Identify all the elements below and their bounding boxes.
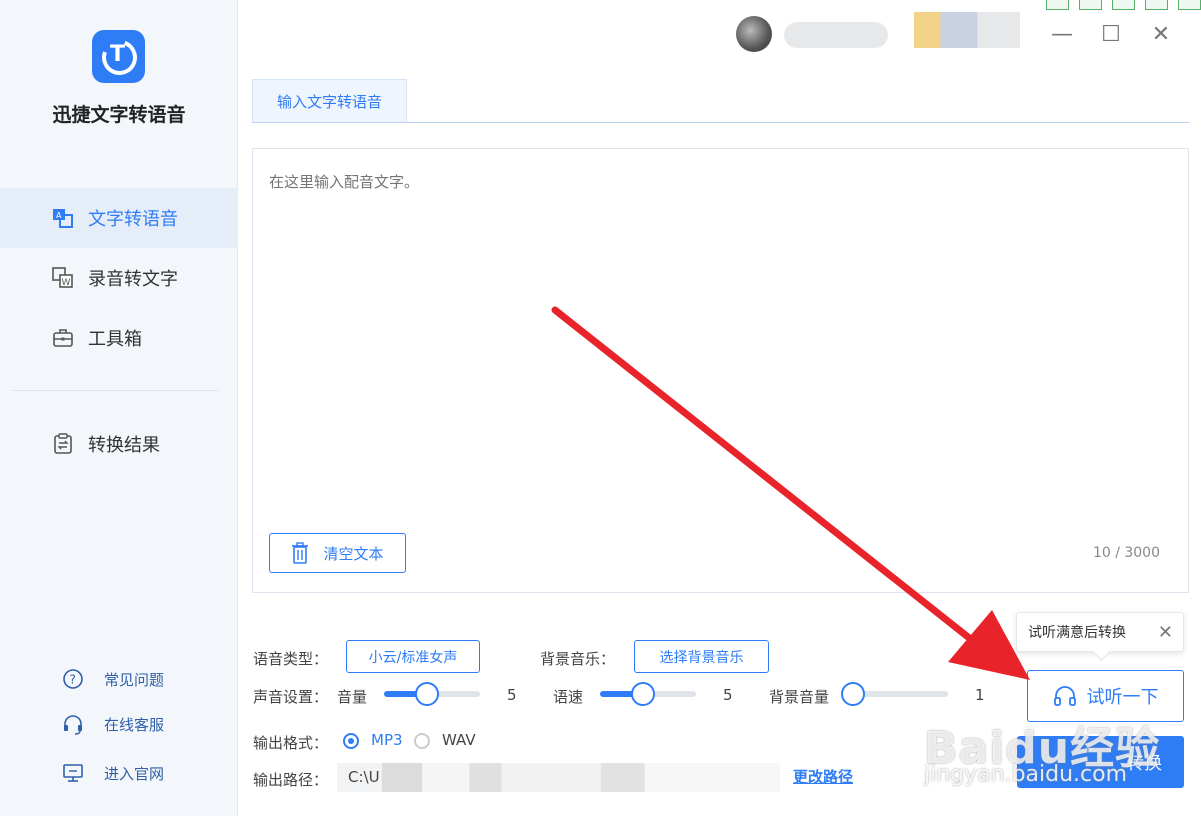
headphones-icon <box>1053 684 1077 708</box>
svg-text:?: ? <box>70 673 76 687</box>
volume-slider[interactable] <box>384 682 480 706</box>
sidebar: T 迅捷文字转语音 A 文字转语音 W 录音转文字 工具箱 转换结果 ? 常见问… <box>0 0 238 816</box>
speed-slider[interactable] <box>600 682 696 706</box>
tooltip-close-icon[interactable]: ✕ <box>1158 622 1173 643</box>
clear-text-label: 清空文本 <box>323 544 384 563</box>
app-name: 迅捷文字转语音 <box>52 104 186 126</box>
maximize-button[interactable]: ☐ <box>1097 20 1125 48</box>
trash-icon <box>291 542 309 564</box>
username-redacted <box>784 22 888 48</box>
path-redacted <box>382 763 780 792</box>
footer-link-label: 在线客服 <box>104 715 165 734</box>
select-bgm-button[interactable]: 选择背景音乐 <box>634 640 769 673</box>
minimize-button[interactable]: — <box>1048 20 1076 48</box>
volume-value: 5 <box>507 686 517 704</box>
sidebar-item-results[interactable]: 转换结果 <box>0 414 238 474</box>
close-button[interactable]: ✕ <box>1147 20 1175 48</box>
sidebar-item-label: 录音转文字 <box>88 269 178 290</box>
format-label: 输出格式： <box>253 734 329 752</box>
bg-volume-label: 背景音量 <box>769 688 830 706</box>
clear-text-button[interactable]: 清空文本 <box>269 533 406 573</box>
sidebar-divider <box>12 390 218 391</box>
bgm-label: 背景音乐： <box>540 650 616 668</box>
sidebar-item-label: 转换结果 <box>88 435 160 456</box>
text-input[interactable] <box>269 171 1169 511</box>
footer-link-website[interactable]: 进入官网 <box>62 762 164 784</box>
output-path-field[interactable]: C:\U <box>337 763 780 792</box>
text-to-speech-icon: A <box>52 207 74 229</box>
headset-icon <box>62 713 84 735</box>
text-editor: 清空文本 10 / 3000 <box>252 148 1189 593</box>
sound-settings-label: 声音设置： <box>253 688 329 706</box>
output-path-value: C:\U <box>348 768 380 786</box>
account-badge-redacted <box>914 12 1020 48</box>
footer-link-faq[interactable]: ? 常见问题 <box>62 668 164 690</box>
bg-volume-value: 1 <box>975 686 985 704</box>
volume-label: 音量 <box>337 688 368 706</box>
tooltip-text: 试听满意后转换 <box>1028 625 1126 641</box>
tab-input-text-to-speech[interactable]: 输入文字转语音 <box>252 79 407 123</box>
question-icon: ? <box>62 668 84 690</box>
app-logo: T <box>92 30 145 83</box>
footer-link-label: 常见问题 <box>104 670 165 689</box>
speed-label: 语速 <box>553 688 584 706</box>
format-mp3-radio[interactable] <box>343 733 359 749</box>
speed-slider-handle[interactable] <box>631 682 656 706</box>
format-mp3-label[interactable]: MP3 <box>371 731 403 749</box>
voice-type-label: 语音类型： <box>253 650 329 668</box>
char-counter: 10 / 3000 <box>1092 545 1160 561</box>
speed-value: 5 <box>723 686 733 704</box>
user-avatar[interactable] <box>736 16 772 52</box>
sidebar-item-label: 工具箱 <box>88 329 142 350</box>
listen-tooltip: 试听满意后转换 ✕ <box>1016 612 1184 652</box>
sidebar-item-text-to-speech[interactable]: A 文字转语音 <box>0 188 238 248</box>
system-tray-icons <box>1046 0 1201 10</box>
path-label: 输出路径： <box>253 771 329 789</box>
svg-text:A: A <box>56 211 62 220</box>
bg-volume-slider[interactable] <box>840 682 948 706</box>
toolbox-icon <box>52 327 74 349</box>
voice-type-button[interactable]: 小云/标准女声 <box>346 640 480 673</box>
volume-slider-handle[interactable] <box>415 682 440 706</box>
tab-underline <box>252 122 1189 123</box>
preview-listen-label: 试听一下 <box>1086 687 1159 708</box>
sidebar-item-label: 文字转语音 <box>88 209 178 230</box>
sidebar-item-toolbox[interactable]: 工具箱 <box>0 308 238 368</box>
footer-link-support[interactable]: 在线客服 <box>62 713 164 735</box>
monitor-icon <box>62 762 84 784</box>
bg-volume-slider-handle[interactable] <box>840 682 865 706</box>
svg-text:W: W <box>62 278 71 288</box>
clipboard-icon <box>52 433 74 455</box>
change-path-link[interactable]: 更改路径 <box>793 766 853 787</box>
baidu-watermark-url: jingyan.baidu.com <box>924 762 1128 787</box>
format-wav-label[interactable]: WAV <box>442 731 476 749</box>
audio-to-text-icon: W <box>52 267 74 289</box>
footer-link-label: 进入官网 <box>104 764 165 783</box>
format-wav-radio[interactable] <box>414 733 430 749</box>
sidebar-item-audio-to-text[interactable]: W 录音转文字 <box>0 248 238 308</box>
